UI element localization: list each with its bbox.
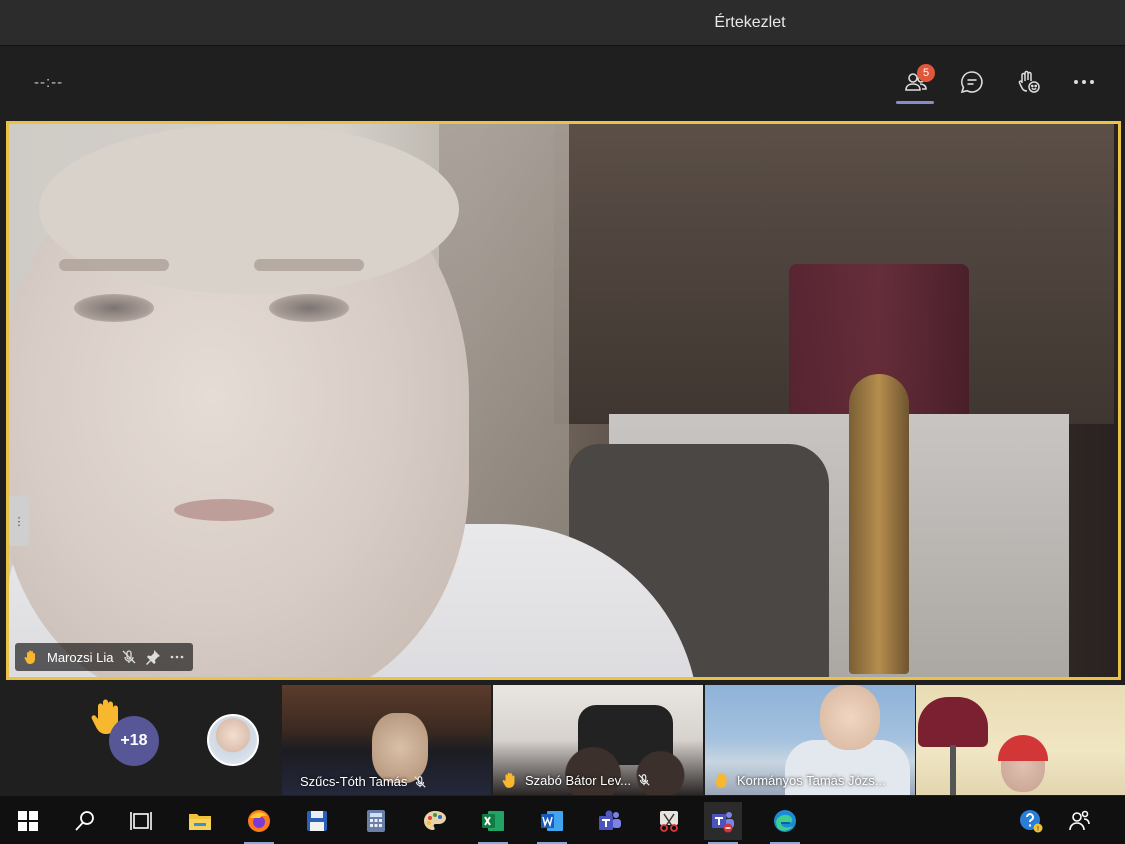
window-title: Értekezlet (714, 13, 786, 31)
mic-muted-icon (414, 775, 427, 788)
side-panel-handle[interactable]: ⋮ (9, 496, 29, 546)
edge-icon (774, 810, 796, 832)
word-icon (541, 811, 563, 831)
edge-button[interactable] (766, 802, 804, 844)
pin-icon[interactable] (145, 649, 161, 665)
more-icon[interactable] (169, 649, 185, 665)
svg-text:!: ! (1037, 826, 1039, 833)
teams-meeting-button[interactable] (704, 802, 742, 844)
mic-muted-icon (638, 774, 650, 786)
teams-button[interactable] (591, 802, 629, 840)
file-explorer-button[interactable] (181, 802, 219, 840)
tile-participant-name: Kormányos Tamás Józs... (737, 772, 886, 788)
start-button[interactable] (9, 802, 47, 840)
video-tile[interactable]: Szűcs-Tóth Tamás (282, 685, 491, 795)
overflow-participants-button[interactable]: +18 (109, 716, 159, 766)
chat-icon (960, 71, 983, 94)
task-view-button[interactable] (122, 802, 160, 840)
video-tile[interactable] (916, 685, 1125, 795)
excel-icon (482, 811, 504, 831)
people-icon (1069, 810, 1090, 831)
participant-video-person (9, 124, 469, 677)
snipping-tool-button[interactable] (650, 802, 688, 840)
meeting-header: --:-- 5 (0, 46, 1125, 118)
reactions-button[interactable] (1008, 64, 1048, 100)
participant-name: Marozsi Lia (47, 649, 114, 665)
calculator-button[interactable] (357, 802, 395, 840)
help-icon: ! (1020, 810, 1043, 833)
mic-muted-icon (121, 649, 137, 665)
video-tile[interactable]: Kormányos Tamás Józs... (705, 685, 915, 795)
avatar[interactable] (207, 714, 259, 766)
participants-button[interactable]: 5 (896, 64, 936, 104)
participants-count-badge: 5 (917, 64, 935, 82)
main-video-feed[interactable]: Marozsi Lia ⋮ (6, 121, 1121, 680)
taskbar: ! (0, 796, 1125, 844)
raised-hand-icon (502, 772, 515, 788)
calculator-icon (367, 810, 385, 832)
windows-start-icon (18, 811, 38, 831)
save-app-icon (307, 811, 327, 831)
paint-button[interactable] (416, 802, 454, 840)
firefox-icon (248, 810, 270, 832)
raised-hand-icon (23, 649, 39, 665)
raised-hand-icon (714, 772, 727, 788)
teams-icon (599, 810, 621, 830)
help-button[interactable]: ! (1012, 802, 1050, 840)
search-icon (75, 811, 94, 831)
word-button[interactable] (533, 802, 571, 844)
teams-meeting-icon (712, 812, 734, 833)
participant-name-tag: Marozsi Lia (15, 643, 194, 671)
excel-button[interactable] (474, 802, 512, 844)
paint-icon (424, 811, 446, 830)
meeting-timer: --:-- (34, 74, 64, 91)
search-button[interactable] (66, 802, 104, 840)
raise-hand-reactions-icon (1018, 70, 1040, 93)
task-view-icon (130, 812, 152, 830)
more-options-icon (1074, 80, 1094, 84)
firefox-button[interactable] (240, 802, 278, 844)
tile-participant-name: Szabó Bátor Lev... (525, 772, 631, 788)
snipping-tool-icon (660, 811, 678, 832)
title-bar: Értekezlet (0, 0, 1125, 46)
tile-participant-name: Szűcs-Tóth Tamás (300, 774, 408, 789)
file-explorer-icon (189, 814, 211, 830)
chat-button[interactable] (952, 64, 992, 100)
participant-gallery: +18 Szűcs-Tóth Tamás Szabó Bátor Lev... … (0, 683, 1125, 795)
save-app-button[interactable] (298, 802, 336, 840)
more-options-button[interactable] (1064, 64, 1104, 100)
video-tile[interactable]: Szabó Bátor Lev... (493, 685, 703, 795)
people-button[interactable] (1061, 802, 1099, 840)
